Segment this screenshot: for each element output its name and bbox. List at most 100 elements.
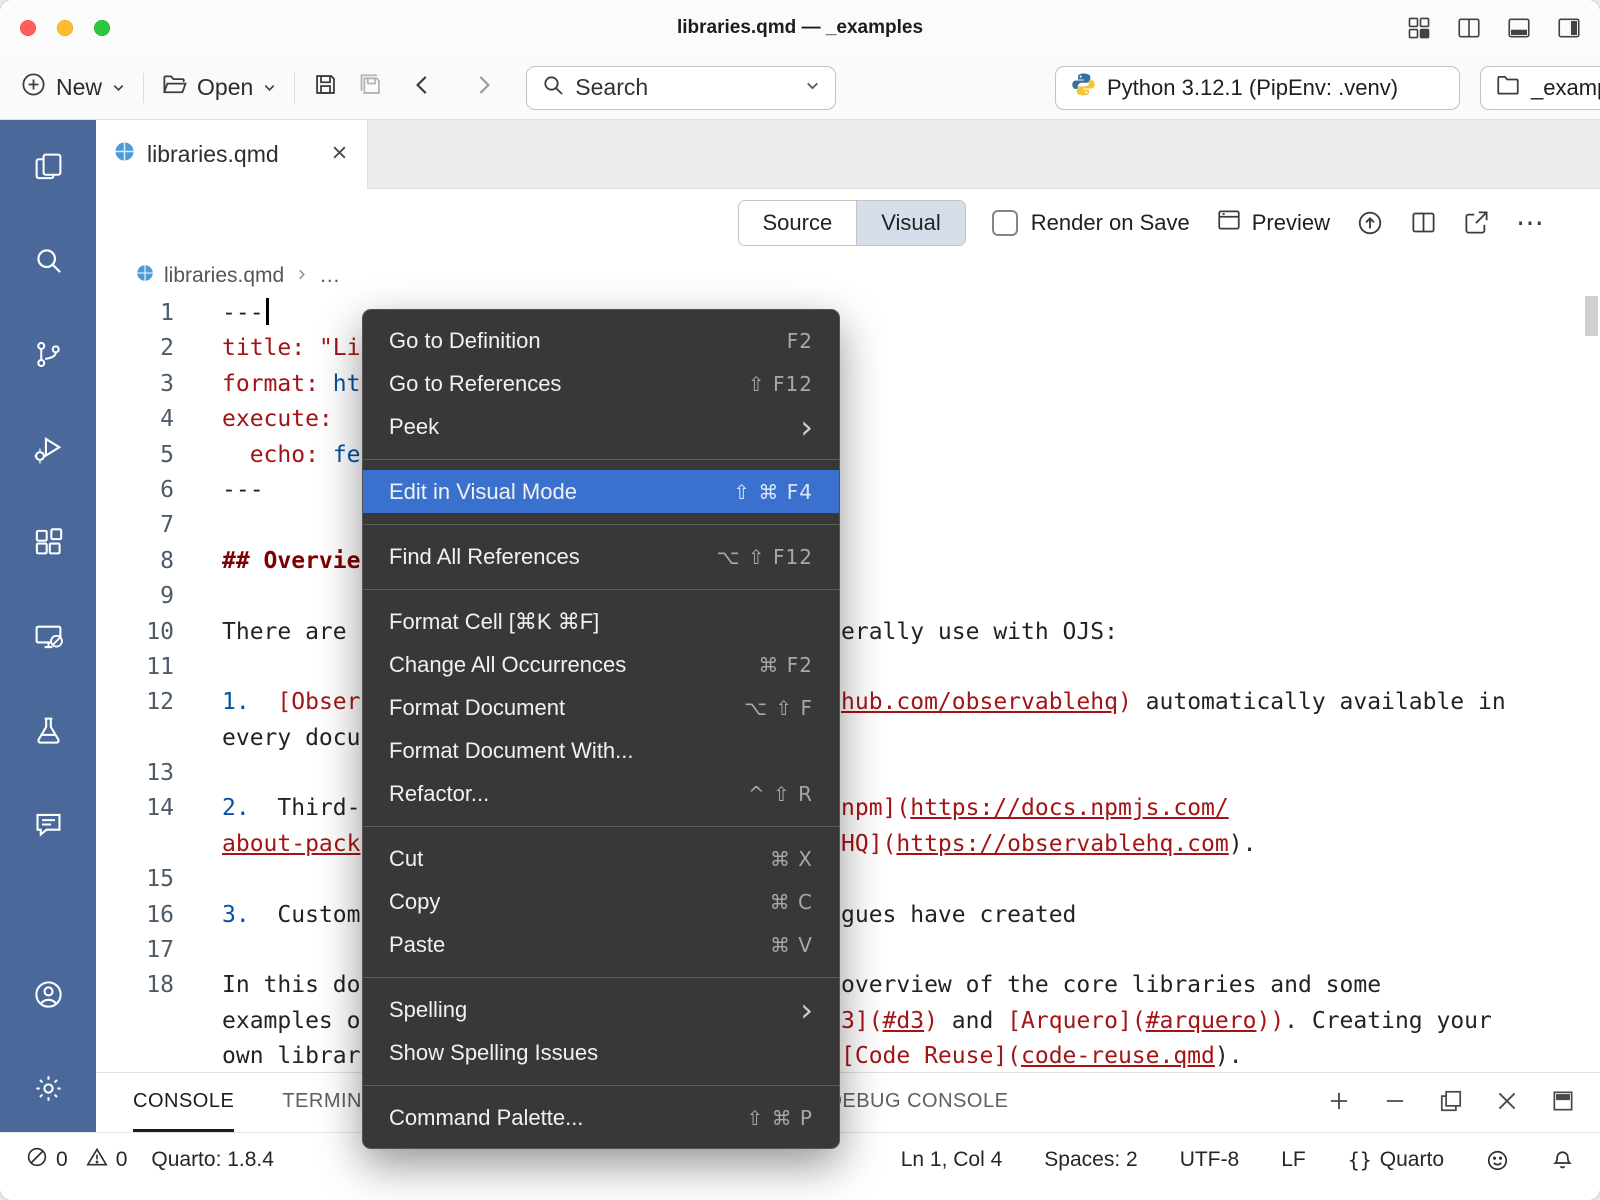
navigate-forward-icon[interactable]	[470, 72, 496, 103]
workspace-select[interactable]: _examples	[1480, 66, 1600, 110]
submenu-arrow-icon: ›	[800, 409, 813, 445]
code-line[interactable]: 1---	[96, 296, 1600, 331]
encoding[interactable]: UTF-8	[1180, 1148, 1240, 1172]
toggle-panel-icon[interactable]	[1506, 15, 1532, 41]
menu-item-edit-in-visual-mode[interactable]: Edit in Visual Mode⇧ ⌘ F4	[363, 470, 839, 513]
explorer-icon[interactable]	[24, 142, 72, 190]
code-line[interactable]: examples o3](#d3) and [Arquero](#arquero…	[96, 1004, 1600, 1039]
line-number: 15	[96, 862, 174, 897]
code-line[interactable]: 8## Overvie	[96, 544, 1600, 579]
menu-item-format-document-with[interactable]: Format Document With...	[363, 729, 839, 772]
tab-libraries-qmd[interactable]: libraries.qmd	[96, 120, 368, 189]
panel-tab-console[interactable]: CONSOLE	[133, 1073, 234, 1132]
code-line[interactable]: 13	[96, 756, 1600, 791]
menu-item-go-to-definition[interactable]: Go to DefinitionF2	[363, 319, 839, 362]
menu-item-show-spelling-issues[interactable]: Show Spelling Issues	[363, 1031, 839, 1074]
code-line[interactable]: 17	[96, 933, 1600, 968]
line-number: 17	[96, 933, 174, 968]
language-mode[interactable]: {} Quarto	[1348, 1148, 1444, 1172]
new-console-plus-icon[interactable]	[1326, 1088, 1352, 1119]
account-icon[interactable]	[24, 970, 72, 1018]
menu-item-peek[interactable]: Peek›	[363, 405, 839, 448]
publish-icon[interactable]	[1356, 209, 1384, 237]
code-line[interactable]: 7	[96, 508, 1600, 543]
save-icon[interactable]	[312, 71, 339, 104]
menu-shortcut: ^ ⇧ R	[748, 782, 813, 806]
sessions-icon[interactable]	[24, 612, 72, 660]
interpreter-select[interactable]: Python 3.12.1 (PipEnv: .venv)	[1055, 66, 1460, 110]
render-on-save-checkbox[interactable]	[992, 210, 1018, 236]
menu-item-change-all-occurrences[interactable]: Change All Occurrences⌘ F2	[363, 643, 839, 686]
toggle-secondary-sidebar-icon[interactable]	[1556, 15, 1582, 41]
chat-icon[interactable]	[24, 800, 72, 848]
code-line[interactable]: 163. Customgues have created	[96, 898, 1600, 933]
menu-item-spelling[interactable]: Spelling›	[363, 988, 839, 1031]
toolbar-divider	[294, 73, 295, 103]
line-number: 11	[96, 650, 174, 685]
close-panel-icon[interactable]	[1494, 1088, 1520, 1119]
code-line[interactable]: 6---	[96, 473, 1600, 508]
indentation[interactable]: Spaces: 2	[1044, 1148, 1137, 1172]
code-line[interactable]: every docu	[96, 721, 1600, 756]
code-line[interactable]: 4execute:	[96, 402, 1600, 437]
menu-item-find-all-references[interactable]: Find All References⌥ ⇧ F12	[363, 535, 839, 578]
eol-sequence[interactable]: LF	[1281, 1148, 1306, 1172]
breadcrumb-ellipsis[interactable]: …	[319, 264, 340, 288]
problems-indicator[interactable]: 0 0	[26, 1146, 127, 1174]
code-line[interactable]: 2title: "Li	[96, 331, 1600, 366]
menu-shortcut: ⌘ C	[770, 890, 813, 914]
menu-item-go-to-references[interactable]: Go to References⇧ F12	[363, 362, 839, 405]
code-line[interactable]: 10There are erally use with OJS:	[96, 615, 1600, 650]
save-all-icon[interactable]	[357, 71, 384, 104]
search-sidebar-icon[interactable]	[24, 236, 72, 284]
code-line[interactable]: 11	[96, 650, 1600, 685]
close-tab-icon[interactable]	[330, 141, 349, 168]
open-button[interactable]: Open	[161, 71, 277, 104]
code-line[interactable]: 121. [Obserhub.com/observablehq) automat…	[96, 685, 1600, 720]
code-line[interactable]: 9	[96, 579, 1600, 614]
visual-mode-button[interactable]: Visual	[856, 201, 965, 245]
more-actions-icon[interactable]: ⋯	[1516, 209, 1544, 237]
panel-tab-debug-console[interactable]: DEBUG CONSOLE	[827, 1073, 1008, 1132]
code-line[interactable]: about-packHQ](https://observablehq.com).	[96, 827, 1600, 862]
navigate-back-icon[interactable]	[410, 72, 436, 103]
quarto-version[interactable]: Quarto: 1.8.4	[151, 1148, 274, 1172]
menu-item-format-cell-k-f[interactable]: Format Cell [⌘K ⌘F]	[363, 600, 839, 643]
code-line[interactable]: 15	[96, 862, 1600, 897]
menu-item-copy[interactable]: Copy⌘ C	[363, 880, 839, 923]
menu-item-format-document[interactable]: Format Document⌥ ⇧ F	[363, 686, 839, 729]
restore-panel-icon[interactable]	[1438, 1088, 1464, 1119]
extensions-icon[interactable]	[24, 518, 72, 566]
testing-flask-icon[interactable]	[24, 706, 72, 754]
breadcrumb[interactable]: libraries.qmd …	[96, 256, 1600, 296]
feedback-smiley-icon[interactable]	[1486, 1149, 1509, 1172]
minimize-panel-icon[interactable]	[1382, 1088, 1408, 1119]
split-editor-icon[interactable]	[1410, 209, 1437, 236]
notifications-bell-icon[interactable]	[1551, 1149, 1574, 1172]
maximize-panel-icon[interactable]	[1550, 1088, 1576, 1119]
cursor-position[interactable]: Ln 1, Col 4	[901, 1148, 1003, 1172]
menu-item-refactor[interactable]: Refactor...^ ⇧ R	[363, 772, 839, 815]
code-line[interactable]: 18In this dooverview of the core librari…	[96, 968, 1600, 1003]
breadcrumb-file[interactable]: libraries.qmd	[164, 264, 284, 288]
code-line[interactable]: own librar[Code Reuse](code-reuse.qmd).	[96, 1039, 1600, 1072]
menu-item-command-palette[interactable]: Command Palette...⇧ ⌘ P	[363, 1096, 839, 1139]
code-line[interactable]: 3format: ht	[96, 367, 1600, 402]
layout-grid-icon[interactable]	[1406, 15, 1432, 41]
preview-button[interactable]: Preview	[1216, 207, 1330, 239]
menu-item-paste[interactable]: Paste⌘ V	[363, 923, 839, 966]
search-placeholder: Search	[575, 74, 794, 101]
code-line[interactable]: 5 echo: fe	[96, 438, 1600, 473]
settings-gear-icon[interactable]	[24, 1064, 72, 1112]
menu-item-cut[interactable]: Cut⌘ X	[363, 837, 839, 880]
split-layout-icon[interactable]	[1456, 15, 1482, 41]
run-debug-icon[interactable]	[24, 424, 72, 472]
open-in-new-window-icon[interactable]	[1463, 209, 1490, 236]
code-editor[interactable]: 1---2title: "Li3format: ht4execute:5 ech…	[96, 296, 1600, 1072]
source-control-icon[interactable]	[24, 330, 72, 378]
code-line[interactable]: 142. Third-npm](https://docs.npmjs.com/	[96, 791, 1600, 826]
new-button[interactable]: New	[20, 71, 126, 104]
plus-circle-icon	[20, 71, 47, 104]
search-select[interactable]: Search	[526, 66, 836, 110]
source-mode-button[interactable]: Source	[739, 201, 857, 245]
